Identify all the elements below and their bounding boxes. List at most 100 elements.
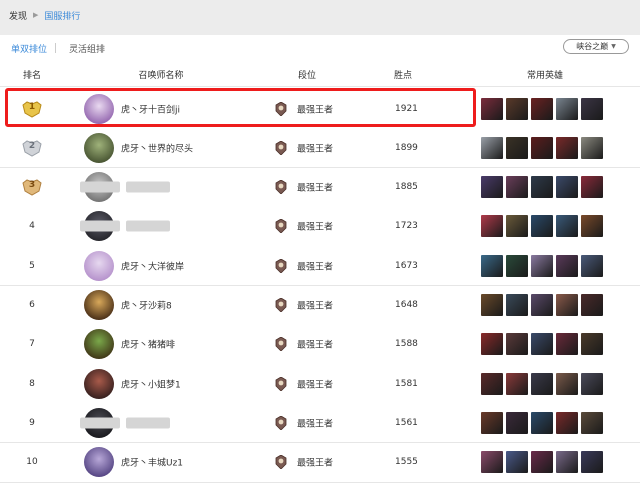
challenger-tier-icon bbox=[275, 376, 287, 392]
hero-portrait-icon[interactable] bbox=[556, 97, 578, 120]
hero-portrait-icon[interactable] bbox=[506, 294, 528, 316]
mode-dropdown[interactable]: 峡谷之巅 ▼ bbox=[563, 39, 629, 54]
hero-portrait-icon[interactable] bbox=[581, 136, 603, 159]
summoner-name-link[interactable]: 虎牙丶丰城Uz1 bbox=[121, 456, 183, 469]
hero-portrait-icon[interactable] bbox=[481, 294, 503, 316]
hero-portrait-icon[interactable] bbox=[581, 451, 603, 474]
rank-number: 3 bbox=[28, 180, 36, 191]
hero-portrait-icon[interactable] bbox=[481, 333, 503, 356]
rank-number: 6 bbox=[29, 300, 35, 310]
hero-portrait-icon[interactable] bbox=[481, 97, 503, 120]
hero-portrait-icon[interactable] bbox=[556, 451, 578, 474]
summoner-name-link[interactable]: 虎丶牙沙莉8 bbox=[121, 299, 172, 312]
league-points: 1921 bbox=[395, 103, 418, 114]
tab-solo-duo[interactable]: 单双排位 bbox=[11, 42, 47, 55]
summoner-name-link[interactable]: 虎牙丶小姐梦1 bbox=[121, 377, 181, 390]
redacted-name-block bbox=[144, 417, 170, 429]
avatar[interactable] bbox=[84, 93, 114, 124]
hero-portrait-icon[interactable] bbox=[481, 372, 503, 395]
table-header: 排名 召唤师名称 段位 胜点 常用英雄 bbox=[0, 62, 640, 87]
hero-portrait-icon[interactable] bbox=[481, 215, 503, 238]
avatar[interactable] bbox=[84, 447, 114, 478]
hero-portrait-icon[interactable] bbox=[556, 372, 578, 395]
tier-label: 最强王者 bbox=[297, 340, 334, 351]
hero-portrait-icon[interactable] bbox=[531, 411, 553, 434]
chevron-down-icon: ▼ bbox=[611, 43, 616, 50]
favorite-heroes bbox=[481, 136, 603, 159]
hero-portrait-icon[interactable] bbox=[581, 294, 603, 316]
table-row[interactable]: 9 最强王者 1561 bbox=[0, 403, 640, 444]
table-row[interactable]: 6 虎丶牙沙莉8 最强王者 1648 bbox=[0, 285, 640, 326]
favorite-heroes bbox=[481, 333, 603, 356]
challenger-tier-icon bbox=[275, 179, 287, 195]
hero-portrait-icon[interactable] bbox=[531, 176, 553, 199]
hero-portrait-icon[interactable] bbox=[581, 254, 603, 277]
avatar[interactable] bbox=[84, 329, 114, 360]
favorite-heroes bbox=[481, 372, 603, 395]
hero-portrait-icon[interactable] bbox=[531, 372, 553, 395]
table-row[interactable]: 8 虎牙丶小姐梦1 最强王者 1581 bbox=[0, 364, 640, 405]
avatar[interactable] bbox=[84, 132, 114, 163]
hero-portrait-icon[interactable] bbox=[556, 294, 578, 316]
breadcrumb-home-link[interactable]: 发现 bbox=[9, 9, 27, 22]
hero-portrait-icon[interactable] bbox=[481, 136, 503, 159]
hero-portrait-icon[interactable] bbox=[531, 294, 553, 316]
hero-portrait-icon[interactable] bbox=[581, 215, 603, 238]
tier-label: 最强王者 bbox=[297, 105, 334, 115]
summoner-name-link[interactable]: 虎牙丶猪猪啡 bbox=[121, 338, 175, 351]
leaderboard-panel: 单双排位 灵活组排 峡谷之巅 ▼ 排名 召唤师名称 段位 胜点 常用英雄 1 虎丶… bbox=[0, 35, 640, 483]
league-points: 1555 bbox=[395, 457, 418, 468]
table-row[interactable]: 1 虎丶牙十百剑ji 最强王者 1921 bbox=[0, 89, 640, 129]
hero-portrait-icon[interactable] bbox=[506, 411, 528, 434]
hero-portrait-icon[interactable] bbox=[581, 372, 603, 395]
league-points: 1581 bbox=[395, 378, 418, 389]
tier-label: 最强王者 bbox=[297, 380, 334, 391]
table-row[interactable]: 7 虎牙丶猪猪啡 最强王者 1588 bbox=[0, 324, 640, 365]
summoner-name-link[interactable]: 虎牙丶大洋彼岸 bbox=[121, 259, 184, 272]
hero-portrait-icon[interactable] bbox=[506, 97, 528, 120]
rank-number: 10 bbox=[26, 457, 38, 468]
hero-portrait-icon[interactable] bbox=[506, 372, 528, 395]
tab-flex[interactable]: 灵活组排 bbox=[69, 42, 105, 55]
hero-portrait-icon[interactable] bbox=[556, 333, 578, 356]
hero-portrait-icon[interactable] bbox=[531, 215, 553, 238]
hero-portrait-icon[interactable] bbox=[481, 451, 503, 474]
hero-portrait-icon[interactable] bbox=[556, 411, 578, 434]
avatar[interactable] bbox=[84, 250, 114, 281]
hero-portrait-icon[interactable] bbox=[581, 176, 603, 199]
table-row[interactable]: 4 最强王者 1723 bbox=[0, 206, 640, 247]
hero-portrait-icon[interactable] bbox=[556, 254, 578, 277]
summoner-name-link[interactable]: 虎丶牙十百剑ji bbox=[121, 102, 180, 115]
hero-portrait-icon[interactable] bbox=[531, 451, 553, 474]
hero-portrait-icon[interactable] bbox=[531, 254, 553, 277]
league-points: 1899 bbox=[395, 142, 418, 153]
hero-portrait-icon[interactable] bbox=[481, 254, 503, 277]
hero-portrait-icon[interactable] bbox=[556, 136, 578, 159]
hero-portrait-icon[interactable] bbox=[481, 411, 503, 434]
hero-portrait-icon[interactable] bbox=[531, 333, 553, 356]
summoner-name-link[interactable]: 虎牙丶世界的尽头 bbox=[121, 141, 193, 154]
hero-portrait-icon[interactable] bbox=[506, 176, 528, 199]
hero-portrait-icon[interactable] bbox=[481, 176, 503, 199]
hero-portrait-icon[interactable] bbox=[506, 451, 528, 474]
hero-portrait-icon[interactable] bbox=[531, 97, 553, 120]
hero-portrait-icon[interactable] bbox=[506, 254, 528, 277]
hero-portrait-icon[interactable] bbox=[581, 411, 603, 434]
hero-portrait-icon[interactable] bbox=[581, 333, 603, 356]
table-row[interactable]: 3 最强王者 1885 bbox=[0, 167, 640, 208]
hero-portrait-icon[interactable] bbox=[556, 215, 578, 238]
hero-portrait-icon[interactable] bbox=[556, 176, 578, 199]
redacted-name-block bbox=[144, 220, 170, 232]
avatar[interactable] bbox=[84, 368, 114, 399]
hero-portrait-icon[interactable] bbox=[506, 215, 528, 238]
table-row[interactable]: 10 虎牙丶丰城Uz1 最强王者 1555 bbox=[0, 442, 640, 483]
hero-portrait-icon[interactable] bbox=[506, 136, 528, 159]
table-row[interactable]: 2 虎牙丶世界的尽头 最强王者 1899 bbox=[0, 128, 640, 169]
hero-portrait-icon[interactable] bbox=[506, 333, 528, 356]
table-row[interactable]: 5 虎牙丶大洋彼岸 最强王者 1673 bbox=[0, 246, 640, 287]
league-points: 1648 bbox=[395, 300, 418, 310]
hero-portrait-icon[interactable] bbox=[581, 97, 603, 120]
favorite-heroes bbox=[481, 254, 603, 277]
hero-portrait-icon[interactable] bbox=[531, 136, 553, 159]
avatar[interactable] bbox=[84, 290, 114, 320]
